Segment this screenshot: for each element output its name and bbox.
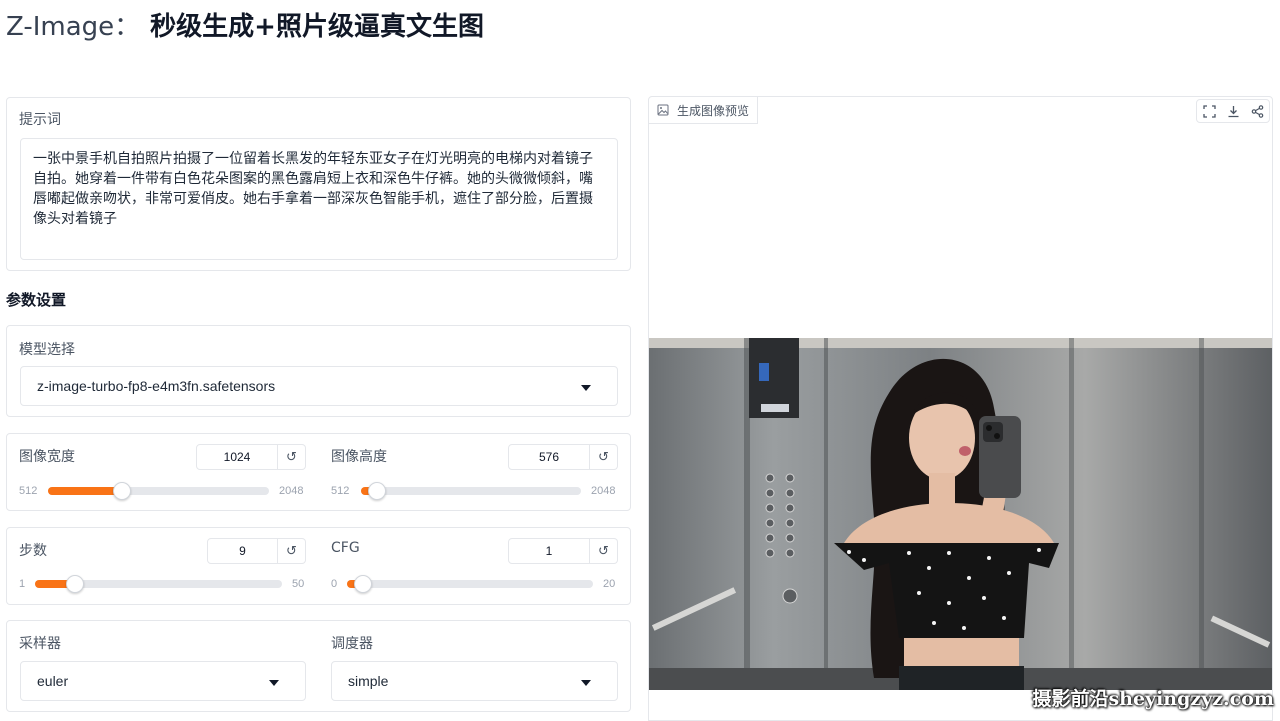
sampler-select-value: euler [37, 673, 69, 689]
height-reset-button[interactable]: ↺ [590, 444, 618, 470]
width-min-label: 512 [19, 485, 38, 497]
app-subtitle: 秒级生成+照片级逼真文生图 [150, 12, 484, 42]
width-reset-button[interactable]: ↺ [278, 444, 306, 470]
width-slider-thumb[interactable] [112, 482, 131, 500]
model-panel: 模型选择 z-image-turbo-fp8-e4m3fn.safetensor… [6, 325, 631, 417]
sampler-select[interactable]: euler [20, 661, 306, 701]
steps-cfg-panel: 步数 9 ↺ 1 50 CFG 1 ↺ 0 20 [6, 527, 631, 605]
steps-min-label: 1 [19, 578, 26, 590]
elevator-selfie-image [649, 338, 1272, 690]
steps-reset-button[interactable]: ↺ [278, 538, 306, 564]
cfg-label: CFG [331, 540, 360, 556]
scheduler-select[interactable]: simple [331, 661, 618, 701]
sampler-label: 采样器 [19, 636, 61, 652]
steps-slider[interactable] [35, 575, 282, 593]
app-name: Z-Image： [6, 12, 141, 42]
prompt-label: 提示词 [19, 112, 61, 128]
sampler-panel: 采样器 euler 调度器 simple [6, 620, 631, 712]
watermark: 摄影前沿sheyingzyz.com [1032, 688, 1274, 710]
height-slider[interactable] [361, 482, 581, 500]
scheduler-select-value: simple [348, 673, 389, 689]
chevron-down-icon [269, 680, 279, 686]
width-slider[interactable] [48, 482, 269, 500]
page-title: Z-Image： 秒级生成+照片级逼真文生图 [6, 6, 484, 42]
model-label: 模型选择 [19, 342, 75, 358]
chevron-down-icon [581, 385, 591, 391]
height-slider-thumb[interactable] [368, 482, 386, 500]
height-max-label: 2048 [591, 485, 616, 497]
preview-toolbar [1196, 99, 1270, 123]
share-icon [1251, 104, 1263, 118]
preview-tab-label: 生成图像预览 [677, 103, 750, 118]
prompt-panel: 提示词 一张中景手机自拍照片拍摄了一位留着长黑发的年轻东亚女子在灯光明亮的电梯内… [6, 97, 631, 271]
steps-max-label: 50 [292, 578, 305, 590]
download-button[interactable] [1221, 100, 1245, 122]
size-panel: 图像宽度 1024 ↺ 512 2048 图像高度 576 ↺ 512 2048 [6, 433, 631, 511]
width-max-label: 2048 [279, 485, 304, 497]
cfg-reset-button[interactable]: ↺ [590, 538, 618, 564]
chevron-down-icon [581, 680, 591, 686]
cfg-min-label: 0 [331, 578, 338, 590]
width-label: 图像宽度 [19, 449, 75, 465]
image-icon [657, 104, 669, 116]
model-select-value: z-image-turbo-fp8-e4m3fn.safetensors [37, 378, 276, 394]
cfg-max-label: 20 [603, 578, 616, 590]
fullscreen-icon [1202, 104, 1216, 118]
steps-input[interactable]: 9 [207, 538, 278, 564]
cfg-slider[interactable] [347, 575, 593, 593]
generated-image[interactable] [649, 338, 1272, 690]
scheduler-label: 调度器 [331, 636, 373, 652]
prompt-textarea[interactable]: 一张中景手机自拍照片拍摄了一位留着长黑发的年轻东亚女子在灯光明亮的电梯内对着镜子… [20, 138, 618, 260]
height-min-label: 512 [331, 485, 350, 497]
width-slider-fill [48, 487, 122, 495]
height-label: 图像高度 [331, 449, 387, 465]
fullscreen-button[interactable] [1197, 100, 1221, 122]
steps-label: 步数 [19, 543, 47, 559]
cfg-input[interactable]: 1 [508, 538, 590, 564]
width-input[interactable]: 1024 [196, 444, 278, 470]
image-preview-panel: 生成图像预览 [648, 96, 1273, 721]
height-input[interactable]: 576 [508, 444, 590, 470]
params-section-title: 参数设置 [6, 291, 67, 309]
model-select[interactable]: z-image-turbo-fp8-e4m3fn.safetensors [20, 366, 618, 406]
download-icon [1228, 105, 1238, 117]
cfg-slider-thumb[interactable] [354, 575, 372, 593]
steps-slider-thumb[interactable] [66, 575, 85, 593]
preview-tab: 生成图像预览 [649, 97, 759, 124]
share-button[interactable] [1245, 100, 1269, 122]
